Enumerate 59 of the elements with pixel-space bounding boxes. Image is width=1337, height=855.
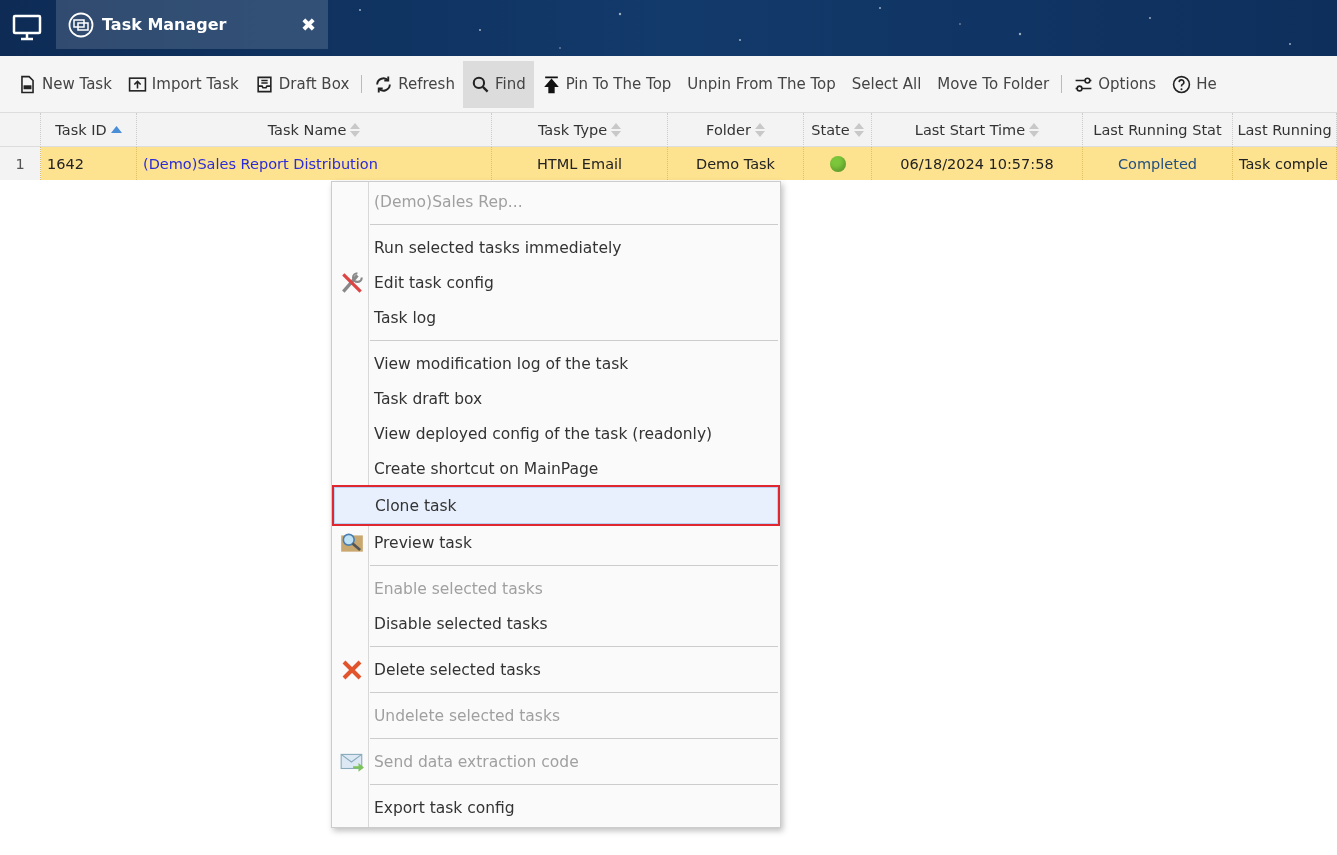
sort-icon [853,122,864,137]
sort-ascending-icon [110,126,122,133]
row-number: 1 [0,147,41,180]
toolbar-button[interactable]: New Task [10,60,120,108]
menu-item[interactable]: Export task config [334,790,778,825]
task-manager-tab[interactable]: Task Manager ✖ [56,0,328,49]
column-header[interactable]: Task Type [492,113,668,147]
wrench-screwdriver-icon [339,269,365,296]
table-cell: 06/18/2024 10:57:58 [872,147,1083,180]
toolbar-button[interactable]: He [1164,60,1225,108]
column-header[interactable]: Last Running [1233,113,1337,147]
sort-icon [350,122,361,137]
toolbar-button[interactable]: Find [462,60,534,108]
table-cell: Task comple [1233,147,1337,180]
menu-item[interactable]: Clone task [335,488,777,523]
table-cell: HTML Email [492,147,668,180]
upload-icon [127,74,147,94]
toolbar-button[interactable]: Refresh [366,60,463,108]
close-button[interactable]: ✖ [301,13,316,36]
column-header[interactable]: Last Start Time [872,113,1083,147]
column-header[interactable]: State [804,113,872,147]
menu-item[interactable]: View deployed config of the task (readonly) [334,416,778,451]
menu-item[interactable]: Create shortcut on MainPage [334,451,778,486]
toolbar-button[interactable]: Draft Box [246,60,358,108]
menu-item[interactable]: View modification log of the task [334,346,778,381]
column-header[interactable]: Task ID [41,113,137,147]
toolbar-button[interactable]: Options [1066,60,1165,108]
refresh-icon [374,74,394,94]
column-header[interactable]: Last Running Stat [1083,113,1233,147]
column-header[interactable]: Task Name [137,113,492,147]
new-document-icon [18,74,37,94]
menu-item[interactable]: Disable selected tasks [334,606,778,641]
toolbar-button[interactable]: Select All [843,60,930,108]
toolbar-button[interactable]: Pin To The Top [533,60,680,108]
tray-icon [254,74,274,94]
menu-item[interactable]: Preview task [334,525,778,560]
menu-item[interactable]: Run selected tasks immediately [334,230,778,265]
toolbar-button[interactable]: Move To Folder [929,60,1058,108]
column-header[interactable]: Folder [668,113,804,147]
menu-item[interactable]: Edit task config [334,265,778,300]
table-cell: Completed [1083,147,1233,180]
sort-icon [754,122,765,137]
menu-item[interactable]: Task draft box [334,381,778,416]
toolbar-button[interactable]: Import Task [119,60,247,108]
monitor-icon[interactable] [12,14,42,42]
table-cell: 1642 [41,147,137,180]
menu-item[interactable]: Task log [334,300,778,335]
task-name-link[interactable]: (Demo)Sales Report Distribution [137,147,492,180]
sliders-icon [1074,74,1094,94]
toolbar-button[interactable]: Unpin From The Top [679,60,844,108]
tab-title: Task Manager [102,15,228,34]
help-icon [1172,74,1192,94]
windows-icon [68,11,94,38]
table-cell: Demo Task [668,147,804,180]
menu-title: (Demo)Sales Rep... [373,192,523,211]
menu-item[interactable]: Delete selected tasks [334,652,778,687]
sort-icon [611,122,622,137]
search-icon [470,74,490,94]
sort-icon [1029,122,1040,137]
